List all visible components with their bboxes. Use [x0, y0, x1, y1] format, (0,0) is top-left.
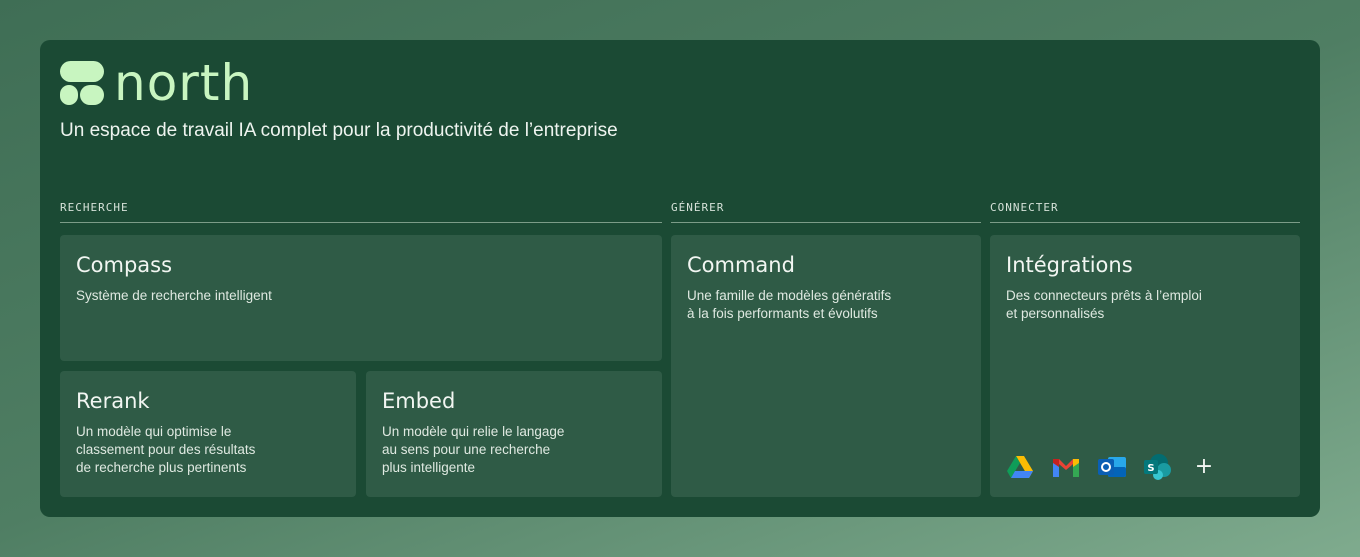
- section-label-generate: GÉNÉRER: [671, 201, 725, 214]
- card-title: Rerank: [76, 389, 150, 413]
- north-logo: north: [60, 58, 253, 108]
- sharepoint-icon: S: [1144, 453, 1172, 481]
- google-drive-icon: [1006, 453, 1034, 481]
- command-card[interactable]: Command Une famille de modèles génératif…: [671, 235, 981, 497]
- svg-text:S: S: [1147, 463, 1154, 474]
- outlook-icon: [1098, 453, 1126, 481]
- plus-icon[interactable]: +: [1190, 453, 1218, 481]
- card-description: Un modèle qui optimise le classement pou…: [76, 424, 256, 475]
- embed-card[interactable]: Embed Un modèle qui relie le langage au …: [366, 371, 662, 497]
- tagline: Un espace de travail IA complet pour la …: [60, 120, 618, 141]
- north-logo-icon: [60, 61, 104, 105]
- section-label-connect: CONNECTER: [990, 201, 1059, 214]
- card-description: Une famille de modèles génératifs à la f…: [687, 288, 892, 321]
- section-label-search: RECHERCHE: [60, 201, 129, 214]
- rerank-card[interactable]: Rerank Un modèle qui optimise le classem…: [60, 371, 356, 497]
- brand-name: north: [114, 54, 254, 112]
- card-title: Command: [687, 253, 795, 277]
- section-divider-generate: [671, 222, 981, 223]
- card-description: Système de recherche intelligent: [76, 288, 272, 303]
- card-description: Un modèle qui relie le langage au sens p…: [382, 424, 565, 475]
- section-divider-connect: [990, 222, 1300, 223]
- product-panel: north Un espace de travail IA complet po…: [40, 40, 1320, 517]
- integrations-card[interactable]: Intégrations Des connecteurs prêts à l’e…: [990, 235, 1300, 497]
- card-description: Des connecteurs prêts à l’emploi et pers…: [1006, 288, 1202, 321]
- section-divider-search: [60, 222, 662, 223]
- card-title: Embed: [382, 389, 456, 413]
- integration-icons: S +: [1006, 453, 1218, 481]
- gmail-icon: [1052, 453, 1080, 481]
- card-title: Intégrations: [1006, 253, 1133, 277]
- card-title: Compass: [76, 253, 173, 277]
- compass-card[interactable]: Compass Système de recherche intelligent: [60, 235, 662, 361]
